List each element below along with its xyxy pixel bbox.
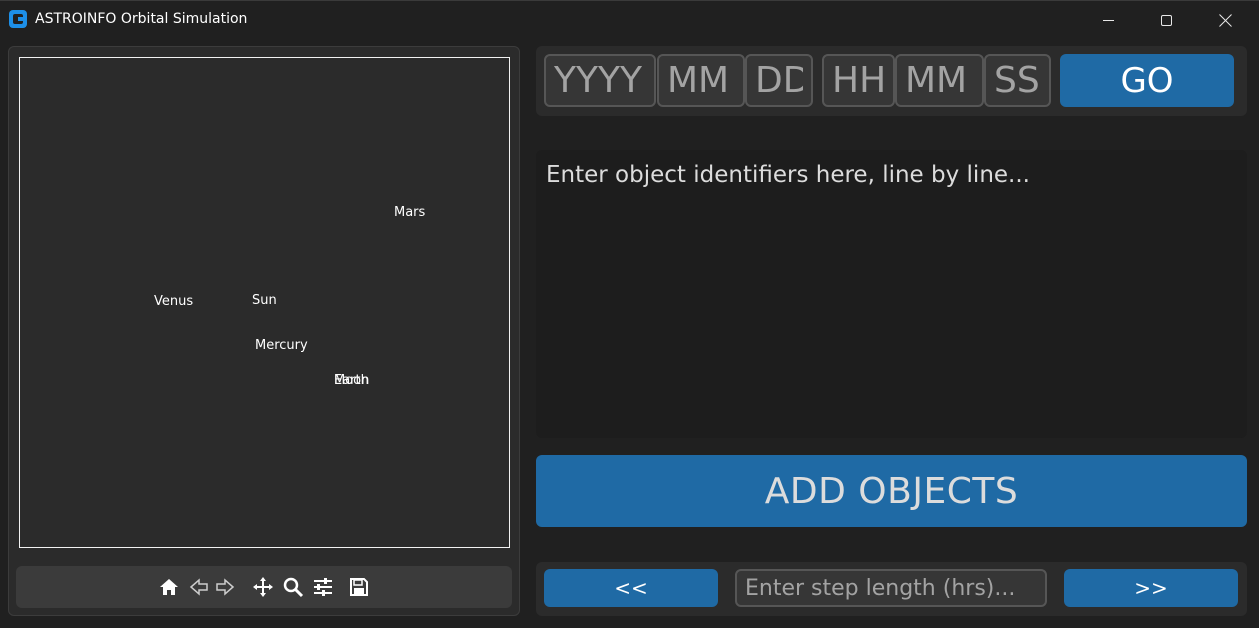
- minimize-icon: [1102, 19, 1114, 21]
- planet-label-moon: Moon: [334, 373, 370, 388]
- hour-input[interactable]: [822, 54, 895, 107]
- step-length-input[interactable]: [735, 569, 1047, 607]
- close-button[interactable]: [1196, 1, 1254, 39]
- maximize-icon: [1160, 14, 1172, 26]
- maximize-button[interactable]: [1137, 1, 1195, 39]
- year-input[interactable]: [544, 54, 656, 107]
- home-icon[interactable]: [158, 576, 180, 598]
- orbit-plot[interactable]: Mars Venus Sun Mercury Earth Moon: [19, 57, 510, 548]
- minimize-button[interactable]: [1079, 1, 1137, 39]
- day-input[interactable]: [745, 54, 813, 107]
- object-identifiers-textbox[interactable]: [536, 150, 1247, 438]
- planet-label-sun: Sun: [252, 293, 277, 308]
- pan-icon[interactable]: [252, 576, 274, 598]
- step-back-button[interactable]: <<: [544, 569, 718, 607]
- title-bar: ASTROINFO Orbital Simulation: [0, 0, 1259, 38]
- app-icon: [9, 10, 27, 28]
- plot-toolbar: [16, 566, 512, 608]
- forward-arrow-icon[interactable]: [214, 576, 236, 598]
- save-icon[interactable]: [348, 576, 370, 598]
- planet-label-venus: Venus: [154, 294, 194, 309]
- configure-subplots-icon[interactable]: [312, 576, 334, 598]
- zoom-icon[interactable]: [282, 576, 304, 598]
- minute-input[interactable]: [895, 54, 984, 107]
- go-button[interactable]: GO: [1060, 54, 1234, 107]
- planet-label-mercury: Mercury: [255, 338, 308, 353]
- month-input[interactable]: [657, 54, 745, 107]
- add-objects-button[interactable]: ADD OBJECTS: [536, 455, 1247, 527]
- back-arrow-icon[interactable]: [188, 576, 210, 598]
- step-forward-button[interactable]: >>: [1064, 569, 1238, 607]
- planet-label-mars: Mars: [394, 205, 426, 220]
- second-input[interactable]: [984, 54, 1051, 107]
- window-title: ASTROINFO Orbital Simulation: [35, 11, 248, 27]
- close-icon: [1219, 14, 1232, 27]
